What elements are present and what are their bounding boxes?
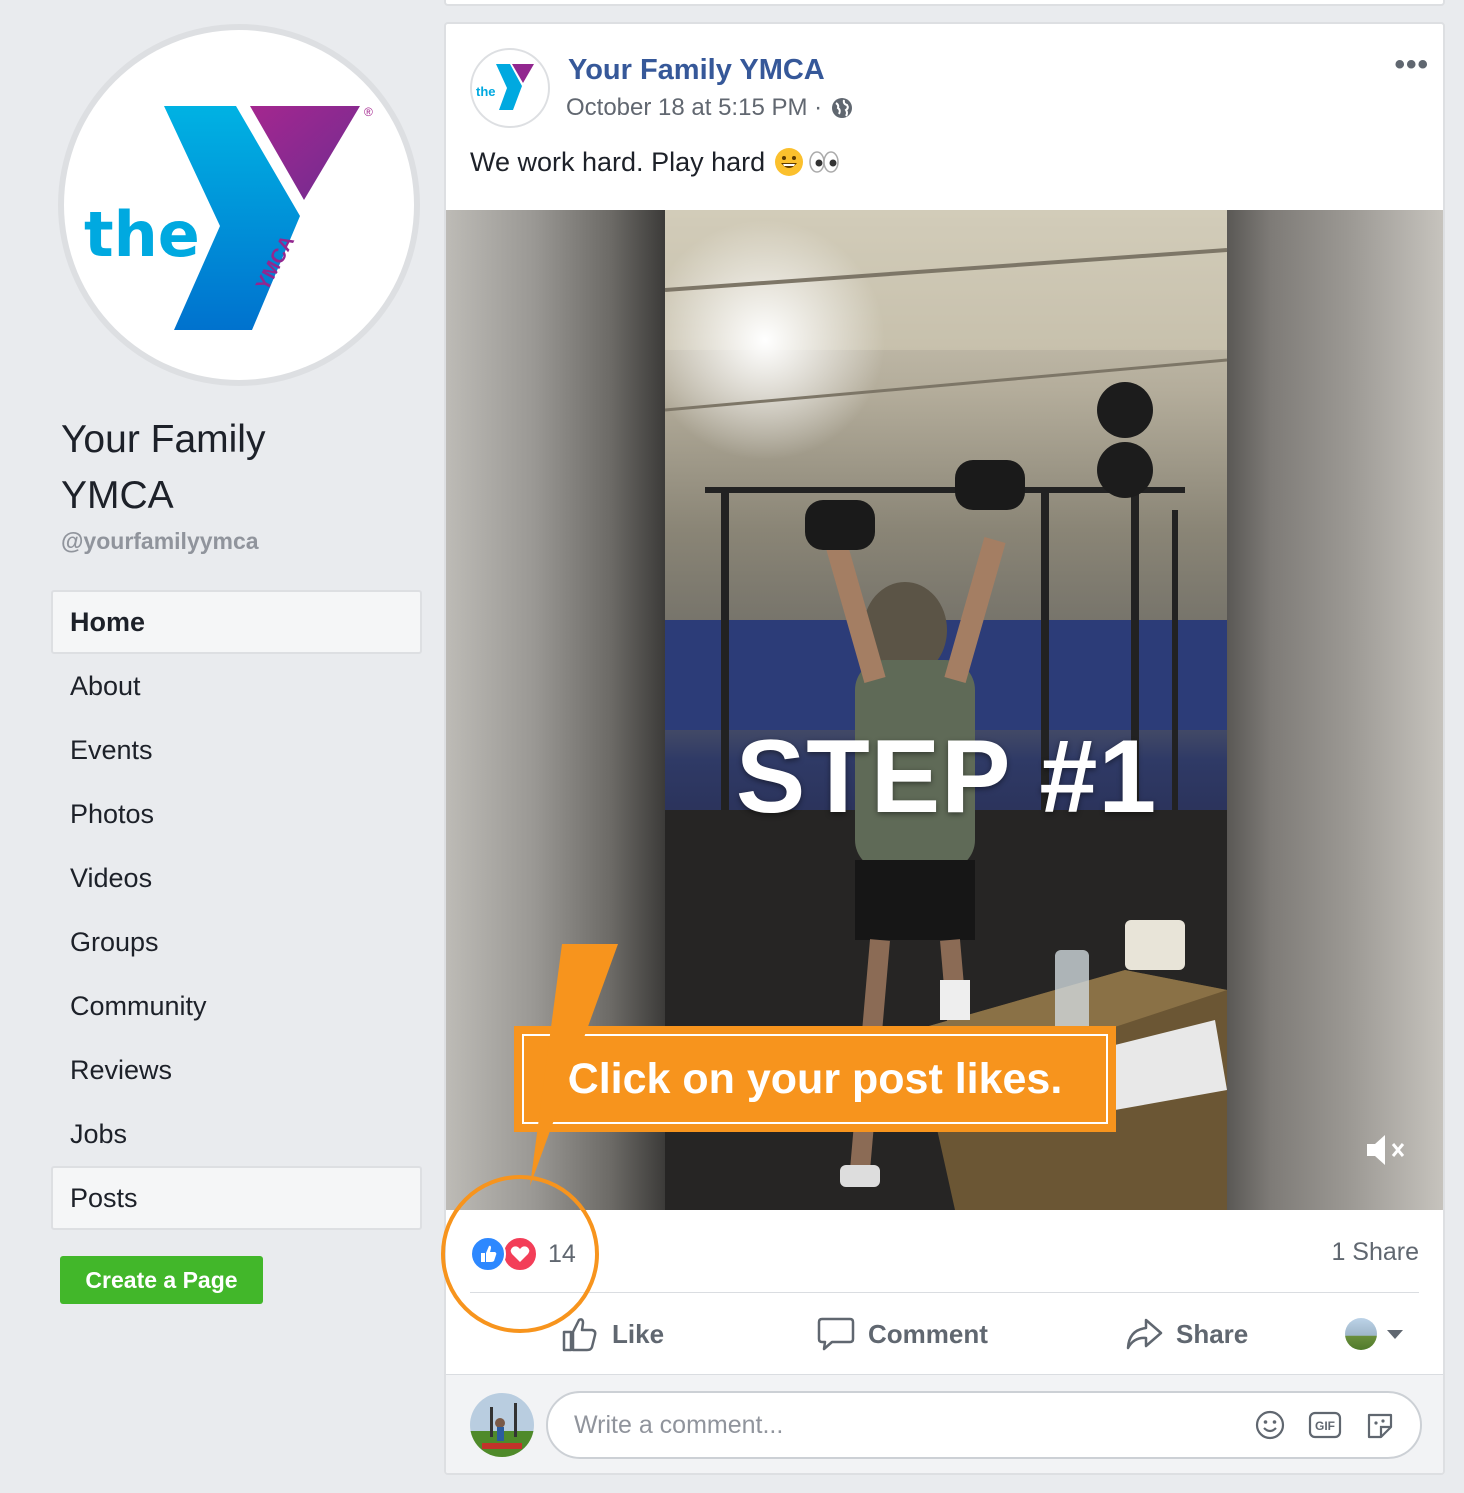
profile-picture[interactable]: ® the YMCA	[58, 24, 420, 386]
step-title-overlay: STEP #1	[735, 719, 1158, 835]
timestamp-text: October 18 at 5:15 PM ·	[566, 94, 823, 121]
nav-item-events[interactable]: Events	[51, 718, 422, 782]
page-name[interactable]: Your Family YMCA	[61, 412, 265, 524]
nav-item-about[interactable]: About	[51, 654, 422, 718]
commenter-avatar[interactable]	[470, 1393, 534, 1457]
caret-down-icon	[1387, 1330, 1403, 1339]
comment-as-selector[interactable]	[1345, 1318, 1405, 1350]
share-label: Share	[1176, 1318, 1249, 1349]
create-page-button[interactable]: Create a Page	[60, 1256, 263, 1304]
like-icon	[562, 1318, 597, 1352]
love-reaction-icon	[502, 1236, 538, 1272]
comment-tools: GIF	[1254, 1409, 1396, 1441]
nav-item-groups[interactable]: Groups	[51, 910, 422, 974]
like-label: Like	[612, 1318, 665, 1349]
page-name-line1: Your Family	[61, 418, 266, 461]
share-button[interactable]: Share	[1124, 1314, 1248, 1354]
like-button[interactable]: Like	[560, 1314, 664, 1354]
callout-text: Click on your post likes.	[522, 1034, 1108, 1124]
nav-item-community[interactable]: Community	[51, 974, 422, 1038]
comment-placeholder: Write a comment...	[574, 1411, 784, 1439]
instruction-callout: Click on your post likes.	[514, 1026, 1116, 1132]
comment-button[interactable]: Comment	[816, 1314, 988, 1354]
post-message: We work hard. Play hard	[470, 146, 841, 178]
comment-label: Comment	[868, 1318, 988, 1349]
share-icon	[1126, 1318, 1163, 1350]
reactions-divider	[470, 1292, 1419, 1293]
post-message-text: We work hard. Play hard	[470, 146, 766, 177]
post-timestamp[interactable]: October 18 at 5:15 PM ·	[566, 94, 854, 122]
page-handle[interactable]: @yourfamilyymca	[61, 528, 259, 555]
author-avatar[interactable]: the	[470, 48, 550, 128]
svg-text:the: the	[476, 84, 496, 99]
svg-text:®: ®	[364, 105, 373, 119]
post-action-bar: Like Comment Share	[470, 1304, 1419, 1364]
post-author-link[interactable]: Your Family YMCA	[568, 54, 825, 87]
post-options-button[interactable]: •••	[1394, 48, 1429, 82]
globe-icon	[832, 98, 853, 118]
nav-item-home[interactable]: Home	[51, 590, 422, 654]
page-name-line2: YMCA	[61, 474, 174, 517]
nav-item-reviews[interactable]: Reviews	[51, 1038, 422, 1102]
eyes-emoji-icon	[809, 151, 839, 173]
mute-icon[interactable]	[1363, 1132, 1407, 1168]
nav-item-videos[interactable]: Videos	[51, 846, 422, 910]
grin-emoji-icon	[775, 148, 804, 176]
gif-icon-label: GIF	[1315, 1419, 1335, 1433]
nav-item-jobs[interactable]: Jobs	[51, 1102, 422, 1166]
share-count-link[interactable]: 1 Share	[1331, 1238, 1419, 1267]
page-sidebar: ® the YMCA Your Family YMCA @yourfamilyy…	[0, 0, 426, 1493]
comment-composer: Write a comment... GIF	[446, 1374, 1443, 1473]
sticker-icon[interactable]	[1364, 1409, 1396, 1441]
previous-post-card-edge	[444, 0, 1445, 6]
commenter-avatar-small	[1345, 1318, 1377, 1350]
nav-item-posts[interactable]: Posts	[51, 1166, 422, 1230]
ymca-logo-small-icon: the	[476, 64, 534, 110]
comment-icon	[817, 1317, 855, 1351]
ymca-logo: ® the YMCA	[64, 30, 414, 380]
comment-input[interactable]: Write a comment... GIF	[546, 1391, 1422, 1459]
nav-item-photos[interactable]: Photos	[51, 782, 422, 846]
page-nav: Home About Events Photos Videos Groups C…	[51, 590, 422, 1230]
video-blur-right	[1227, 210, 1443, 1210]
post-video[interactable]: STEP #1 Click on your post likes.	[446, 210, 1443, 1210]
like-reaction-icon	[470, 1236, 506, 1272]
logo-the-text: the	[84, 198, 200, 271]
gif-icon[interactable]: GIF	[1308, 1409, 1342, 1441]
smiley-icon[interactable]	[1254, 1409, 1286, 1441]
